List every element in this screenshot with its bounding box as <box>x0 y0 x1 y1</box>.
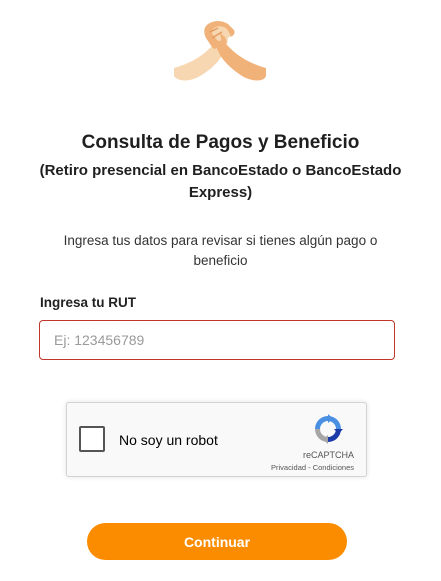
recaptcha-brand: reCAPTCHA <box>302 450 354 460</box>
handshake-icon <box>174 21 266 81</box>
recaptcha-checkbox-label: No soy un robot <box>119 432 218 448</box>
continue-button[interactable]: Continuar <box>87 523 347 560</box>
recaptcha-links: Privacidad - Condiciones <box>271 463 354 472</box>
page: Consulta de Pagos y Beneficio (Retiro pr… <box>0 0 441 581</box>
link-separator: - <box>306 463 313 472</box>
recaptcha-widget: No soy un robot reCAPTCHA Privacidad - C… <box>66 402 367 477</box>
page-title: Consulta de Pagos y Beneficio <box>81 132 360 153</box>
intro-text: Ingresa tus datos para revisar si tienes… <box>63 233 378 268</box>
page-subtitle: (Retiro presencial en BancoEstado o Banc… <box>39 162 402 201</box>
privacy-link[interactable]: Privacidad <box>271 463 306 472</box>
rut-label: Ingresa tu RUT <box>40 295 137 310</box>
recaptcha-checkbox[interactable] <box>79 426 105 452</box>
terms-link[interactable]: Condiciones <box>313 463 354 472</box>
recaptcha-icon <box>315 414 343 444</box>
rut-input[interactable] <box>39 320 395 360</box>
